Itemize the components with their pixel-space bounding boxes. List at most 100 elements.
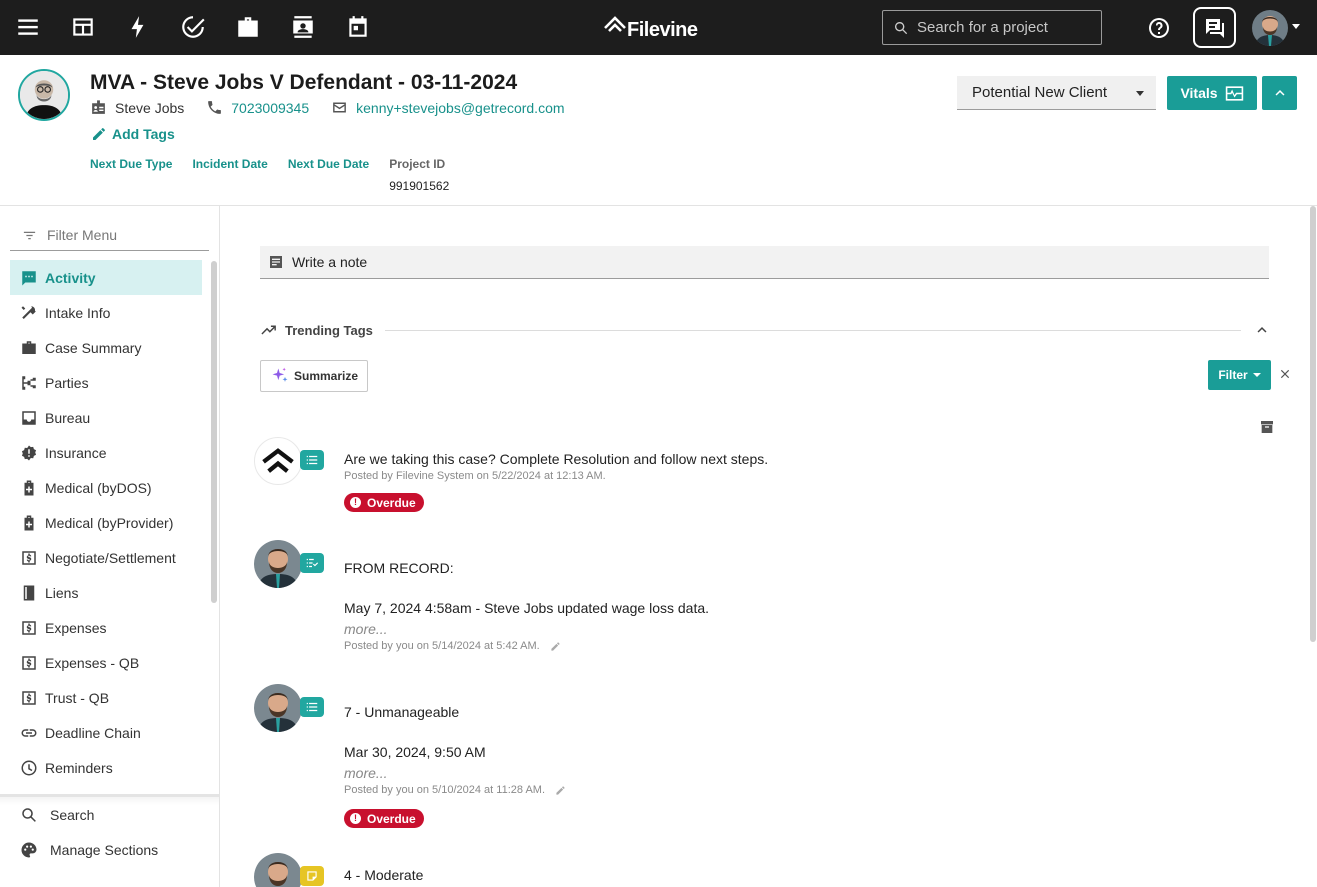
more-link[interactable]: more... [344, 621, 1244, 637]
project-title: MVA - Steve Jobs V Defendant - 03-11-202… [90, 71, 518, 94]
pencil-icon [93, 128, 105, 140]
search-input[interactable] [917, 19, 1087, 36]
sidebar-item-expenses[interactable]: Expenses [10, 610, 202, 645]
post-body: Are we taking this case? Complete Resolu… [344, 437, 1244, 512]
collapse-header-button[interactable] [1262, 76, 1297, 110]
sidebar-item-reminders[interactable]: Reminders [10, 750, 202, 785]
author-avatar [254, 540, 302, 588]
sidebar-item-parties[interactable]: Parties [10, 365, 202, 400]
sidebar-item-intake-info[interactable]: Intake Info [10, 295, 202, 330]
calendar-icon[interactable] [345, 14, 371, 40]
field-next-due-type[interactable]: Next Due Type [90, 157, 172, 193]
overdue-label: Overdue [367, 811, 416, 826]
medical-bag-icon [24, 480, 34, 495]
badge-alert-icon [21, 445, 37, 460]
medical-bag-icon [24, 515, 34, 530]
client-phone[interactable]: 7023009345 [231, 100, 309, 116]
project-fields: Next Due Type Incident Date Next Due Dat… [90, 157, 469, 193]
field-incident-date[interactable]: Incident Date [192, 157, 267, 193]
sidebar-item-case-summary[interactable]: Case Summary [10, 330, 202, 365]
post-meta-text: Posted by you on 5/14/2024 at 5:42 AM. [344, 640, 540, 652]
sidebar-item-trust-qb[interactable]: Trust - QB [10, 680, 202, 715]
project-search[interactable] [882, 10, 1102, 45]
filter-menu-input[interactable]: Filter Menu [10, 220, 209, 251]
phone-item[interactable]: 7023009345 [206, 99, 309, 116]
clear-filter-close-icon[interactable] [1278, 367, 1292, 381]
field-label: Next Due Date [287, 157, 370, 171]
archive-icon[interactable] [1259, 419, 1275, 435]
sidebar-item-label: Case Summary [45, 339, 142, 356]
user-avatar[interactable] [1252, 10, 1288, 46]
sidebar-item-label: Negotiate/Settlement [45, 549, 176, 566]
field-label: Project ID [389, 157, 446, 171]
dollar-box-icon [22, 620, 36, 635]
phase-select[interactable]: Potential New Client [957, 76, 1156, 110]
task-list-icon [300, 697, 324, 717]
client-name-item[interactable]: Steve Jobs [90, 99, 184, 116]
sidebar-item-label: Medical (byDOS) [45, 479, 152, 496]
filevine-logo[interactable]: Filevine [604, 14, 698, 42]
sidebar-item-label: Trust - QB [45, 689, 110, 706]
project-contact-row: Steve Jobs 7023009345 kenny+stevejobs@ge… [90, 99, 587, 116]
field-label: Next Due Type [90, 157, 173, 171]
phase-select-value: Potential New Client [972, 84, 1108, 101]
edit-pencil-icon[interactable] [555, 785, 566, 796]
dashboard-icon[interactable] [70, 14, 96, 40]
sidebar-item-negotiate-settlement[interactable]: Negotiate/Settlement [10, 540, 202, 575]
feed-scrollbar[interactable] [1310, 206, 1316, 642]
sidebar-item-insurance[interactable]: Insurance [10, 435, 202, 470]
more-link[interactable]: more... [344, 765, 1244, 781]
client-avatar [18, 69, 70, 121]
sidebar-item-expenses-qb[interactable]: Expenses - QB [10, 645, 202, 680]
trending-tags-label: Trending Tags [285, 322, 373, 338]
link-icon [21, 728, 37, 737]
manage-sections-button[interactable]: Manage Sections [0, 832, 219, 867]
overdue-badge[interactable]: ! Overdue [344, 809, 424, 828]
section-sidebar: Filter Menu Activity Intake Info Case Su… [0, 206, 220, 887]
summarize-label: Summarize [293, 369, 359, 383]
dollar-box-icon [22, 550, 36, 565]
sidebar-item-activity[interactable]: Activity [10, 260, 202, 295]
sidebar-item-label: Parties [45, 374, 89, 391]
contacts-icon[interactable] [290, 14, 316, 40]
menu-icon[interactable] [15, 14, 41, 40]
sidebar-item-medical-bydos[interactable]: Medical (byDOS) [10, 470, 202, 505]
sidebar-item-liens[interactable]: Liens [10, 575, 202, 610]
write-note-input[interactable]: Write a note [260, 246, 1269, 279]
sidebar-item-deadline-chain[interactable]: Deadline Chain [10, 715, 202, 750]
chat-dots-icon [22, 270, 36, 285]
user-menu-caret-icon[interactable] [1292, 24, 1300, 29]
chevron-up-icon[interactable] [1253, 321, 1271, 339]
alert-circle-icon: ! [350, 813, 361, 824]
post-text: 7 - Unmanageable [344, 704, 460, 720]
sidebar-search-button[interactable]: Search [0, 797, 219, 832]
vitals-button[interactable]: Vitals [1167, 76, 1257, 110]
email-item[interactable]: kenny+stevejobs@getrecord.com [331, 99, 565, 116]
sidebar-scrollbar[interactable] [211, 261, 217, 603]
edit-pencil-icon[interactable] [550, 641, 561, 652]
field-next-due-date[interactable]: Next Due Date [288, 157, 369, 193]
tasks-check-icon[interactable] [180, 14, 206, 40]
add-tags-button[interactable]: Add Tags [91, 126, 175, 142]
sidebar-item-medical-byprovider[interactable]: Medical (byProvider) [10, 505, 202, 540]
sidebar-footer-label: Manage Sections [50, 841, 159, 858]
section-nav-list: Activity Intake Info Case Summary Partie… [10, 260, 202, 785]
bolt-icon[interactable] [125, 14, 151, 40]
sticky-note-icon [300, 866, 324, 886]
help-icon[interactable] [1147, 16, 1171, 40]
client-email[interactable]: kenny+stevejobs@getrecord.com [356, 100, 564, 116]
project-header: MVA - Steve Jobs V Defendant - 03-11-202… [0, 55, 1317, 206]
briefcase-icon[interactable] [235, 14, 261, 40]
post-meta: Posted by you on 5/10/2024 at 11:28 AM. [344, 784, 1244, 796]
sidebar-item-bureau[interactable]: Bureau [10, 400, 202, 435]
field-project-id: Project ID 991901562 [389, 157, 449, 193]
overdue-badge[interactable]: ! Overdue [344, 493, 424, 512]
summarize-button[interactable]: Summarize [260, 360, 368, 392]
feed-filter-button[interactable]: Filter [1208, 360, 1271, 390]
top-navigation-bar: Filevine [0, 0, 1317, 55]
post-meta: Posted by Filevine System on 5/22/2024 a… [344, 470, 1244, 482]
messages-button[interactable] [1193, 7, 1236, 48]
author-avatar [254, 853, 302, 887]
sidebar-item-label: Reminders [45, 759, 113, 776]
divider [384, 329, 1241, 331]
